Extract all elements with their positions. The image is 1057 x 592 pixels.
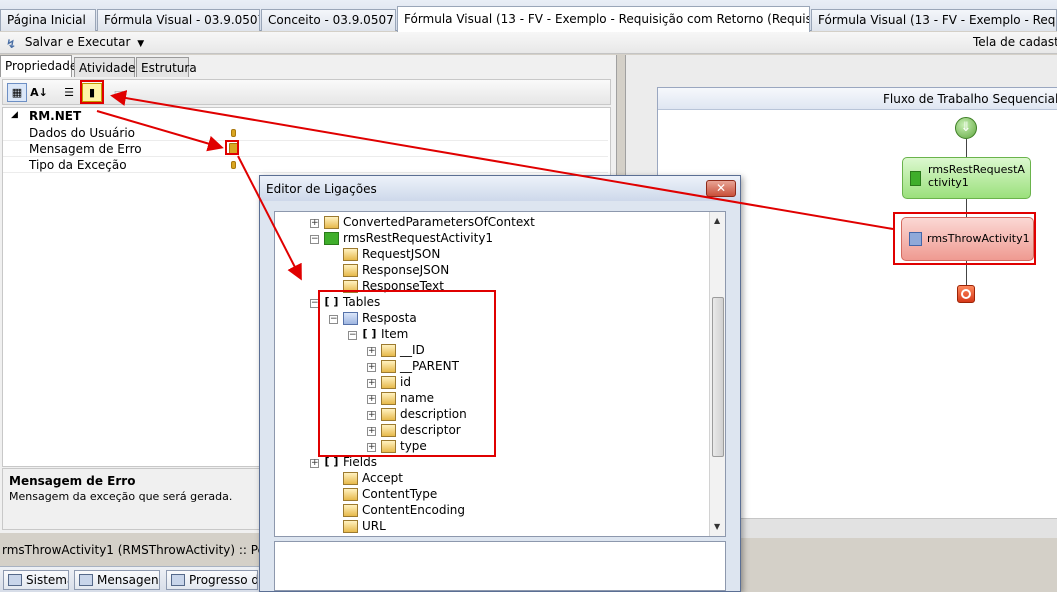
tab-atividades[interactable]: Atividades [74,57,142,77]
workflow-header: Fluxo de Trabalho Sequencial [658,88,1057,110]
tree-node[interactable]: + ConvertedParametersOfContext [275,215,705,231]
tree-node-label: ContentType [362,487,438,501]
scroll-down-icon[interactable]: ▼ [714,522,720,531]
tab-estrutura[interactable]: Estrutura [136,57,197,77]
tree-node[interactable]: Accept [275,471,705,487]
events-icon[interactable]: ▭ [109,83,129,102]
messages-icon [79,574,93,586]
tab-pagina-inicial[interactable]: Página Inicial ✕ [0,9,96,31]
tree-node-label: ConvertedParametersOfContext [343,215,535,229]
button-label: Mensagens [97,573,160,587]
tree-node[interactable]: + [ ] Fields [275,455,705,471]
property-icon [343,264,358,277]
scroll-thumb[interactable] [712,297,724,457]
categorized-icon[interactable]: ▦ [7,83,27,102]
property-pages-icon[interactable]: ☰ [59,83,79,102]
sort-alpha-icon[interactable]: A↓ [29,83,49,102]
annotation-box [318,290,496,457]
tab-label: Fórmula Visual - 03.9.0507 [104,13,260,27]
expand-icon[interactable]: + [310,219,319,228]
annotation-box [225,140,239,155]
progress-icon [171,574,185,586]
tree-node-label: ResponseJSON [362,263,450,277]
property-icon [343,472,358,485]
tab-formula-visual[interactable]: Fórmula Visual - 03.9.0507 ✕ [97,9,260,31]
tab-label: Fórmula Visual (13 - FV - Exemplo - Requ… [404,12,809,26]
tree-node[interactable]: URL [275,519,705,535]
property-icon [343,504,358,517]
tree-node-label: rmsRestRequestActivity1 [343,231,494,245]
property-icon [343,520,358,533]
rest-request-activity[interactable]: rmsRestRequestActivity1 [902,157,1031,199]
tab-label: Conceito - 03.9.0507 [268,13,394,27]
dialog-title: Editor de Ligações [266,182,377,196]
tab-formula-visual-2[interactable]: Fórmula Visual (13 - FV - Exemplo - Requ… [811,9,1057,31]
start-node-icon: ⇓ [955,117,977,139]
screen-label: Tela de cadastro [973,35,1057,49]
description-title: Mensagem de Erro [9,474,136,488]
document-tab-strip: Página Inicial ✕ Fórmula Visual - 03.9.05… [0,0,1057,32]
collapse-icon[interactable]: ◢ [11,110,18,120]
property-icon [343,488,358,501]
system-icon [8,574,22,586]
array-icon: [ ] [324,455,339,468]
close-icon[interactable]: ✕ [94,14,95,27]
save-execute-button[interactable]: ↯ Salvar e Executar ▼ [6,35,144,51]
save-execute-label: Salvar e Executar [24,35,131,49]
tab-label: Fórmula Visual (13 - FV - Exemplo - Requ… [818,13,1056,27]
tree-node-label: RequestJSON [362,247,441,261]
rest-activity-icon [910,171,921,186]
tab-formula-visual-active[interactable]: Fórmula Visual (13 - FV - Exemplo - Requ… [397,6,810,32]
end-node-icon [957,285,975,303]
tab-propriedades[interactable]: Propriedades [0,55,84,77]
progresso-button[interactable]: Progresso da e [166,570,258,590]
sistema-button[interactable]: Sistema [3,570,69,590]
chevron-down-icon[interactable]: ▼ [137,39,144,49]
property-icon [324,216,339,229]
annotation-box [893,212,1036,265]
tree-node[interactable]: RequestJSON [275,247,705,263]
vertical-scrollbar[interactable]: ▲ ▼ [709,212,725,536]
bottom-bar: Sistema Mensagens Progresso da e [0,566,260,592]
scroll-up-icon[interactable]: ▲ [714,216,720,225]
activity-icon [324,232,339,245]
status-text: rmsThrowActivity1 (RMSThrowActivity) :: … [2,543,260,557]
collapse-icon[interactable]: − [310,235,319,244]
close-icon[interactable]: ✕ [706,180,736,197]
save-icon: ↯ [6,37,17,51]
tab-label: Página Inicial [7,13,86,27]
activity-label: rmsRestRequestActivity1 [928,163,1025,189]
workflow-title: Fluxo de Trabalho Sequencial [883,92,1057,106]
property-row[interactable]: Mensagem de Erro [3,141,608,157]
category-label: RM.NET [29,109,82,123]
button-label: Progresso da e [189,573,257,587]
tree-node[interactable]: − rmsRestRequestActivity1 [275,231,705,247]
bind-icon[interactable] [231,129,236,137]
tab-conceito[interactable]: Conceito - 03.9.0507✕ [261,9,396,31]
property-icon [343,248,358,261]
tree-node-label: URL [362,519,386,533]
description-text: Mensagem da exceção que será gerada. [9,490,233,503]
property-row[interactable]: Dados do Usuário [3,125,608,141]
tree-node-label: ContentEncoding [362,503,466,517]
tree-node-label: Accept [362,471,403,485]
property-row[interactable]: Tipo da Exceção [3,157,608,173]
dialog-titlebar[interactable]: Editor de Ligações ✕ [260,176,740,201]
tree-node[interactable]: ContentEncoding [275,503,705,519]
bind-icon[interactable] [231,161,236,169]
tree-node-label: Fields [343,455,377,469]
connector [966,139,967,157]
property-name: Tipo da Exceção [29,158,127,172]
expand-icon[interactable]: + [310,459,319,468]
tree-node[interactable]: ResponseJSON [275,263,705,279]
button-label: Sistema [26,573,68,587]
property-name: Dados do Usuário [29,126,135,140]
annotation-box [80,80,104,104]
mensagens-button[interactable]: Mensagens [74,570,160,590]
tree-node[interactable]: ContentType [275,487,705,503]
property-name: Mensagem de Erro [29,142,142,156]
toolbar: ↯ Salvar e Executar ▼ Tela de cadastro [0,32,1057,54]
dialog-detail-area [274,541,726,591]
